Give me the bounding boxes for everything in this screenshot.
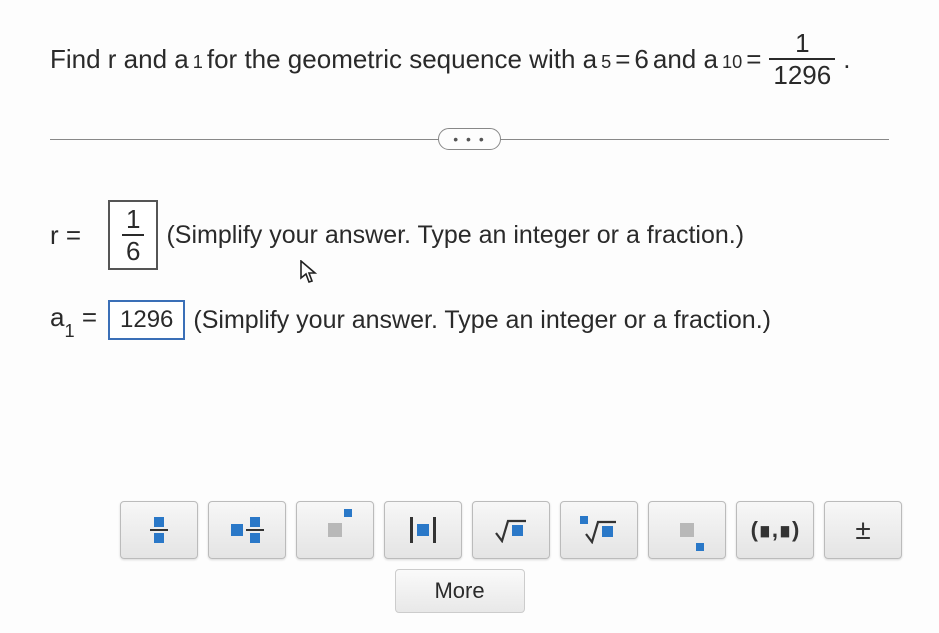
r-denominator: 6 [122, 234, 144, 264]
q-part: for the geometric sequence with a [207, 40, 597, 79]
nth-root-button[interactable] [560, 501, 638, 559]
fraction-denominator: 1296 [769, 58, 835, 88]
question-page: Find r and a1 for the geometric sequence… [0, 0, 939, 633]
q-a5-value: 6 [634, 40, 648, 79]
q-part: . [843, 40, 850, 79]
mixed-number-icon [231, 517, 264, 543]
a1-label: a1 = [50, 302, 100, 337]
a1-hint: (Simplify your answer. Type an integer o… [193, 306, 771, 335]
a1-answer-input[interactable]: 1296 [108, 300, 185, 340]
divider-line-right [500, 139, 889, 140]
question-text: Find r and a1 for the geometric sequence… [50, 30, 889, 88]
exponent-icon [328, 517, 342, 543]
square-root-icon [494, 517, 528, 543]
absolute-value-icon [410, 517, 436, 543]
a1-label-a: a [50, 302, 64, 332]
nth-root-icon [580, 516, 618, 544]
q-part: = [615, 40, 630, 79]
q-part: = [746, 40, 761, 79]
math-palette: (∎,∎) ± More [0, 501, 939, 613]
r-answer-input[interactable]: 1 6 [108, 200, 158, 270]
expand-hint-button[interactable]: • • • [438, 128, 500, 150]
q-part: Find r and a [50, 40, 189, 79]
a1-label-sub: 1 [64, 321, 74, 341]
q-sub-1: 1 [193, 49, 203, 76]
r-hint: (Simplify your answer. Type an integer o… [166, 221, 744, 250]
subscript-icon [680, 517, 694, 543]
fraction-icon [150, 517, 168, 543]
q-a10-fraction: 1 1296 [769, 30, 835, 88]
answer-r-row: r = 1 6 (Simplify your answer. Type an i… [50, 200, 889, 270]
square-root-button[interactable] [472, 501, 550, 559]
mixed-number-button[interactable] [208, 501, 286, 559]
ordered-pair-button[interactable]: (∎,∎) [736, 501, 814, 559]
absolute-value-button[interactable] [384, 501, 462, 559]
ordered-pair-icon: (∎,∎) [751, 517, 800, 543]
q-sub-10: 10 [722, 49, 742, 76]
r-numerator: 1 [122, 206, 144, 234]
fraction-numerator: 1 [791, 30, 813, 58]
subscript-button[interactable] [648, 501, 726, 559]
fraction-button[interactable] [120, 501, 198, 559]
q-part: and a [653, 40, 718, 79]
palette-row: (∎,∎) ± [120, 501, 919, 559]
a1-label-eq: = [75, 302, 97, 332]
plus-minus-button[interactable]: ± [824, 501, 902, 559]
more-palette-button[interactable]: More [395, 569, 525, 613]
divider-line-left [50, 139, 439, 140]
r-answer-fraction: 1 6 [122, 206, 144, 264]
r-label: r = [50, 220, 100, 251]
q-sub-5: 5 [601, 49, 611, 76]
section-divider: • • • [50, 128, 889, 150]
answer-a1-row: a1 = 1296 (Simplify your answer. Type an… [50, 300, 889, 340]
plus-minus-icon: ± [855, 514, 870, 546]
exponent-button[interactable] [296, 501, 374, 559]
